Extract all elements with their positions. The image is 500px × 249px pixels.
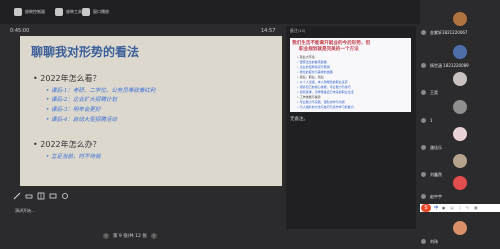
- slide-heading-2: • 2022年怎么办？: [33, 140, 101, 149]
- pen-icon[interactable]: [13, 192, 21, 200]
- presentation-tools-button[interactable]: 放映工具: [55, 6, 82, 18]
- ime-logo-icon: S: [421, 204, 431, 212]
- preview-title-2: 职业规划就是完美的一个方法: [299, 47, 359, 52]
- preview-line: • 就业，职业，创业: [297, 75, 324, 79]
- participant-tile[interactable]: 1: [420, 98, 500, 128]
- mic-icon: [421, 239, 426, 244]
- mic-icon: [421, 90, 426, 95]
- clock-time: 14:57: [261, 28, 276, 34]
- window-icon: [82, 8, 90, 16]
- participant-tile[interactable]: 杨世涵 1821220089: [420, 43, 500, 73]
- elapsed-time: 0:45:00: [10, 28, 30, 34]
- preview-line: • 培养自己的核心技能，专业能力与技巧: [297, 85, 351, 89]
- next-slide-preview[interactable]: 我们生活不能离开就业的今后形势，但 职业规划就是完美的一个方法 • 就业大环境 …: [290, 38, 411, 112]
- slide-bullet: • 立足当前，时不待我: [46, 154, 101, 160]
- avatar: [453, 221, 467, 235]
- annotation-tools: 演讲开始...: [8, 186, 78, 216]
- preview-line: • 从个人出发，本人到规划的职业生涯: [297, 80, 348, 84]
- language-toggle[interactable]: 中: [434, 205, 439, 211]
- participant-name: 赵中宇: [430, 194, 442, 199]
- next-slide-button[interactable]: ›: [150, 232, 157, 239]
- preview-line: • 国家出台的各项政策: [297, 60, 327, 64]
- participant-name: 杨世涵 1821220089: [430, 63, 469, 68]
- participant-name: 金紫轩1821220067: [430, 30, 468, 35]
- participant-name: 1: [430, 118, 433, 123]
- page-indicator: 第 9 张/共 12 张: [113, 233, 147, 239]
- slide-bullet: • 课后-1：考研、二学位、公务员等政策红利: [46, 88, 156, 94]
- mic-icon: [421, 194, 426, 199]
- eraser-icon[interactable]: [25, 192, 33, 200]
- mic-icon: [421, 118, 426, 123]
- slide-bullet: • 课后-3：明年会更好: [46, 107, 101, 113]
- presenter-control-button[interactable]: 放映控制器: [14, 6, 45, 18]
- avatar: [453, 176, 467, 190]
- preview-line: • 与人相处的方法与技巧与合作学习的能力: [297, 105, 354, 109]
- ime-tools[interactable]: ● ☺ ⎕ ✎ ▦: [442, 206, 480, 210]
- avatar: [453, 100, 467, 114]
- slide-title: 聊聊我对形势的看法: [31, 45, 140, 59]
- participant-tile[interactable]: 刘玮: [420, 219, 500, 249]
- preview-line: • 就业大环境: [297, 55, 315, 59]
- camera-icon[interactable]: [49, 192, 57, 200]
- recorder-icon[interactable]: [61, 192, 69, 200]
- preview-line: • 工作技能与素养: [297, 95, 321, 99]
- tool-label: 演讲开始...: [15, 208, 35, 213]
- preview-line: • 企业的招聘情况与预测: [297, 65, 330, 69]
- avatar: [453, 154, 467, 168]
- preview-line: • 如何选择，怎样准备自己未来的职业生活: [297, 90, 354, 94]
- current-slide: 聊聊我对形势的看法 • 2022年怎么看？ • 课后-1：考研、二学位、公务员等…: [20, 36, 282, 186]
- avatar: [453, 127, 467, 141]
- mic-icon: [421, 30, 426, 35]
- participant-name: 刘玮: [430, 239, 438, 244]
- avatar: [453, 72, 467, 86]
- preview-line: • 专业能力与实践，团队协作与沟通: [297, 100, 345, 104]
- avatar: [453, 12, 467, 26]
- preview-line: • 岗位的变化与需求的发展: [297, 70, 333, 74]
- notes-count: 备注(15): [290, 28, 306, 33]
- prev-slide-button[interactable]: ‹: [103, 232, 109, 239]
- notes-text: 无备注。: [290, 117, 308, 122]
- tools-icon: [55, 8, 63, 16]
- participant-name: 潘佳乐: [430, 145, 442, 150]
- grid-icon[interactable]: [37, 192, 45, 200]
- participant-tile[interactable]: 金紫轩1821220067: [420, 10, 500, 40]
- slide-heading-1: • 2022年怎么看？: [33, 74, 101, 83]
- mic-icon: [421, 63, 426, 68]
- mic-icon: [421, 145, 426, 150]
- monitor-icon: [14, 8, 22, 16]
- window-play-button[interactable]: 窗口播放: [82, 6, 109, 18]
- participant-tile[interactable]: 王昊: [420, 70, 500, 100]
- participant-tile[interactable]: 潘佳乐: [420, 125, 500, 155]
- ime-toolbar[interactable]: S 中 ● ☺ ⎕ ✎ ▦: [420, 204, 500, 212]
- avatar: [453, 45, 467, 59]
- slide-pager: ‹ 第 9 张/共 12 张 ›: [103, 231, 183, 240]
- timer-bar: 0:45:00 14:57: [0, 27, 282, 35]
- participant-tile[interactable]: 赵中宇: [420, 174, 500, 204]
- participant-name: 王昊: [430, 90, 438, 95]
- slide-bullet: • 课后-2：企业扩大招聘计划: [46, 97, 117, 103]
- slide-bullet: • 课后-4：启动大型招聘活动: [46, 117, 117, 123]
